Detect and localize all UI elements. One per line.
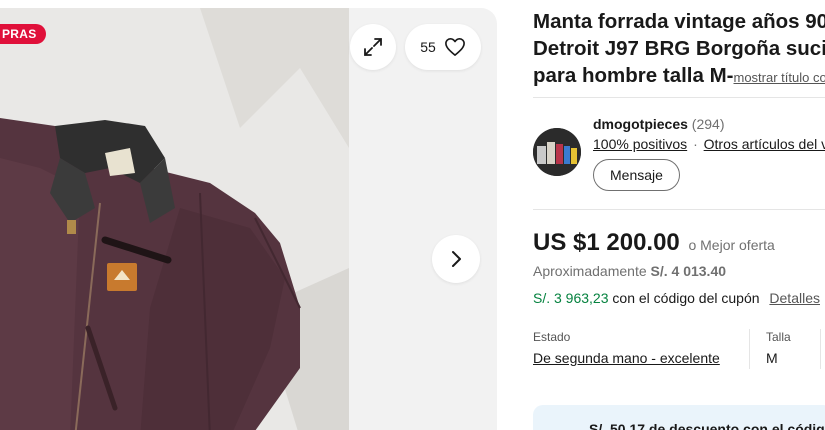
- attribute-divider: [749, 329, 750, 369]
- coupon-price: S/. 3 963,23: [533, 290, 609, 306]
- best-offer-text: o Mejor oferta: [688, 237, 775, 253]
- image-gallery: PRAS 55: [0, 8, 497, 430]
- seller-name[interactable]: dmogotpieces: [593, 116, 688, 132]
- size-value: M: [766, 350, 778, 366]
- seller-avatar[interactable]: [533, 128, 581, 176]
- coupon-text: con el código del cupón: [612, 290, 760, 306]
- next-image-button[interactable]: [432, 235, 480, 283]
- promo-badge: PRAS: [0, 24, 46, 44]
- item-details: Manta forrada vintage años 90 Carhartt D…: [533, 0, 825, 430]
- positive-feedback-link[interactable]: 100% positivos: [593, 136, 687, 152]
- coupon-line: S/. 3 963,23 con el código del cupón Det…: [533, 290, 820, 306]
- coupon-banner: S/. 50,17 de descuento con el código: [533, 405, 825, 430]
- approx-value: S/. 4 013.40: [650, 263, 727, 279]
- chevron-right-icon: [452, 251, 461, 267]
- seller-name-line: dmogotpieces (294): [593, 116, 724, 132]
- condition-label: Estado: [533, 330, 571, 344]
- avatar-image: [533, 128, 581, 176]
- watch-count: 55: [420, 39, 436, 55]
- approx-label: Aproximadamente: [533, 263, 647, 279]
- seller-links: 100% positivos · Otros artículos del ven…: [593, 136, 825, 152]
- item-title-line-1: Manta forrada vintage años 90 Carhartt: [533, 10, 825, 33]
- attribute-divider: [820, 329, 821, 369]
- watch-button[interactable]: 55: [405, 24, 481, 70]
- expand-button[interactable]: [350, 24, 396, 70]
- price-value: US $1 200.00: [533, 229, 680, 256]
- separator-dot: ·: [693, 136, 698, 152]
- approx-price: Aproximadamente S/. 4 013.40: [533, 263, 726, 279]
- heart-icon: [444, 38, 465, 56]
- item-title-line-3: para hombre talla M-: [533, 64, 734, 87]
- price-line: US $1 200.00 o Mejor oferta: [533, 229, 775, 257]
- size-label: Talla: [766, 330, 791, 344]
- coupon-details-link[interactable]: Detalles: [769, 290, 820, 306]
- seller-feedback-count: (294): [691, 116, 725, 132]
- condition-value[interactable]: De segunda mano - excelente: [533, 350, 720, 366]
- other-items-link[interactable]: Otros artículos del vendedor: [704, 136, 825, 152]
- item-title-line-2: Detroit J97 BRG Borgoña sucia: [533, 37, 825, 60]
- divider: [533, 209, 825, 210]
- message-seller-button[interactable]: Mensaje: [593, 159, 680, 191]
- show-full-title-link[interactable]: mostrar título completo: [734, 70, 825, 85]
- product-photo[interactable]: [0, 8, 349, 430]
- item-title: Manta forrada vintage años 90 Carhartt D…: [533, 8, 825, 91]
- jacket-image: [0, 8, 349, 430]
- coupon-banner-text: S/. 50,17 de descuento con el código: [589, 421, 825, 430]
- divider: [533, 97, 825, 98]
- expand-icon: [364, 38, 382, 56]
